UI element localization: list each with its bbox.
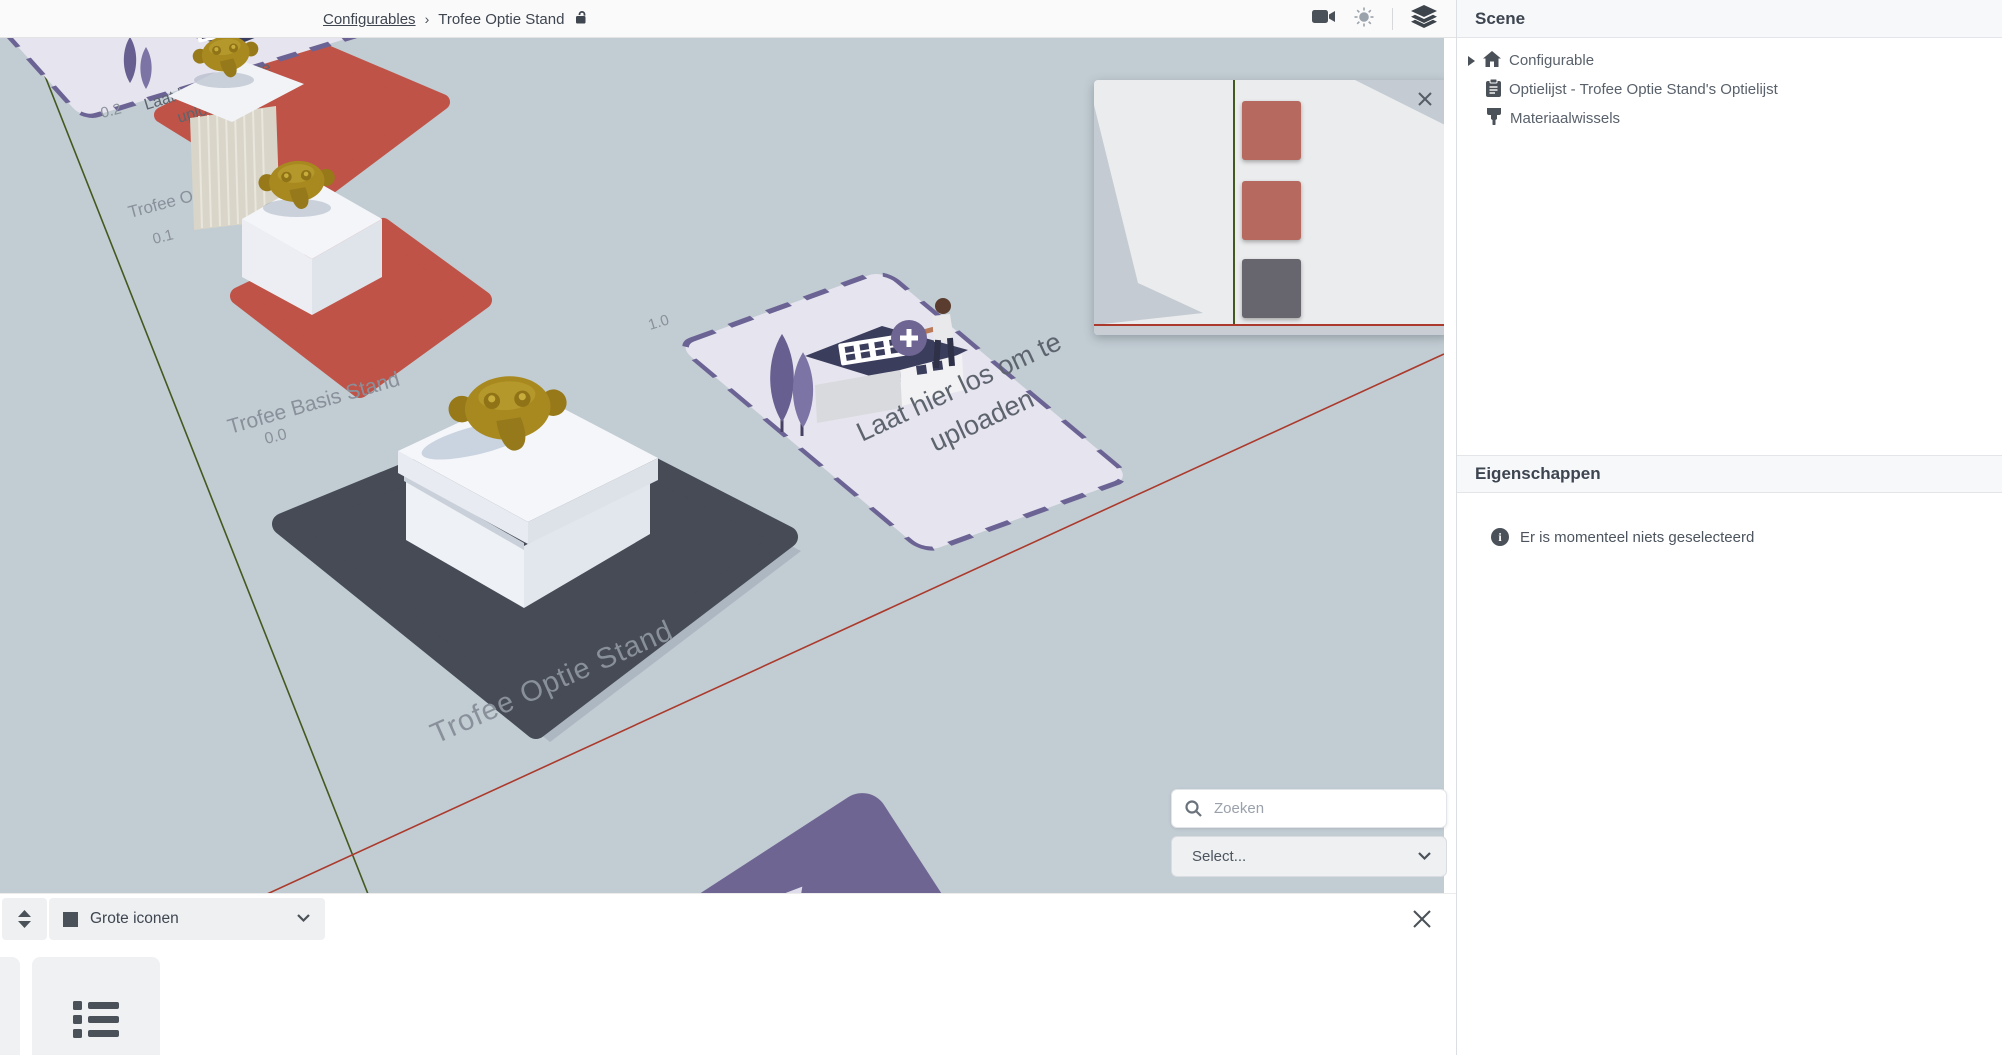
view-mode-select[interactable]: Grote iconen	[49, 898, 325, 940]
scene-panel-header: Scene	[1457, 0, 2002, 38]
home-icon	[1483, 51, 1501, 71]
material-swatch[interactable]	[1242, 259, 1301, 318]
topbar-icons	[1312, 0, 1437, 38]
sort-vertical-icon[interactable]	[2, 898, 47, 940]
viewport-search	[1171, 789, 1447, 828]
caret-right-icon[interactable]	[1468, 56, 1475, 66]
properties-empty-message: Er is momenteel niets geselecteerd	[1520, 529, 1754, 546]
breadcrumb-current: Trofee Optie Stand	[438, 11, 564, 28]
video-camera-icon[interactable]	[1312, 8, 1336, 30]
sun-icon[interactable]	[1354, 7, 1374, 32]
arrow-card[interactable]	[656, 783, 984, 894]
topbar-divider	[1392, 8, 1393, 30]
breadcrumb-separator: ›	[425, 11, 430, 27]
sidebar-item-optielijst[interactable]: Optielijst - Trofee Optie Stand's Optiel…	[1457, 75, 2002, 104]
viewport-gutter	[1444, 38, 1456, 894]
magnifier-icon	[1184, 799, 1203, 823]
close-icon[interactable]	[1402, 900, 1442, 938]
floor-label-mid: Trofee Basis Stand	[225, 368, 402, 439]
chevron-down-icon	[296, 910, 311, 928]
square-icon	[63, 912, 78, 927]
stand-label-02: 0.2	[99, 100, 123, 122]
scene-tree: Configurable Optielijst - Trofee Optie S…	[1457, 38, 2002, 133]
sidebar: Scene Configurable	[1456, 0, 2002, 1055]
material-swatch[interactable]	[1242, 101, 1301, 160]
paint-brush-icon	[1486, 108, 1502, 129]
search-input[interactable]	[1171, 789, 1447, 828]
breadcrumb: Configurables › Trofee Optie Stand	[323, 0, 590, 38]
stand-label-01: 0.1	[151, 226, 175, 248]
stand-label-00: 0.0	[263, 426, 289, 448]
type-select[interactable]: Select...	[1171, 836, 1447, 877]
topbar: Configurables › Trofee Optie Stand	[0, 0, 1456, 38]
sidebar-item-label: Materiaalwissels	[1510, 110, 1620, 127]
properties-panel-header: Eigenschappen	[1457, 455, 2002, 493]
3d-viewport[interactable]: Trofee Optie Stand Laat hier los om te u…	[0, 38, 1444, 894]
layers-icon[interactable]	[1411, 5, 1437, 33]
view-mode-value: Grote iconen	[90, 910, 284, 928]
sidebar-item-configurable[interactable]: Configurable	[1457, 46, 2002, 75]
sidebar-item-label: Optielijst - Trofee Optie Stand's Optiel…	[1509, 81, 1778, 98]
type-select-value: Select...	[1192, 848, 1417, 865]
camera-preview-panel	[1094, 80, 1444, 335]
chevron-down-icon	[1417, 848, 1432, 866]
breadcrumb-link-configurables[interactable]: Configurables	[323, 11, 416, 28]
material-swatch[interactable]	[1242, 181, 1301, 240]
asset-tile-optionlist[interactable]	[32, 957, 160, 1055]
unlock-icon[interactable]	[573, 9, 590, 30]
asset-tile-partial[interactable]	[0, 957, 20, 1055]
asset-panel: Grote iconen	[0, 894, 1456, 1055]
preview-bottom-strip	[1094, 326, 1444, 335]
preview-axis-green	[1233, 80, 1235, 335]
sidebar-item-materiaalwissels[interactable]: Materiaalwissels	[1457, 104, 2002, 133]
sidebar-item-label: Configurable	[1509, 52, 1594, 69]
close-icon[interactable]	[1410, 84, 1440, 114]
configurator-app: Trofee Optie Stand Laat hier los om te u…	[0, 0, 2002, 1055]
clipboard-icon	[1486, 79, 1501, 101]
properties-panel-title: Eigenschappen	[1475, 464, 1601, 484]
properties-empty-state: i Er is momenteel niets geselecteerd	[1491, 528, 1754, 546]
scene-panel-title: Scene	[1475, 9, 1525, 29]
dropzone-label-10: 1.0	[646, 311, 671, 333]
list-icon	[73, 1001, 119, 1039]
info-circle-icon: i	[1491, 528, 1509, 546]
